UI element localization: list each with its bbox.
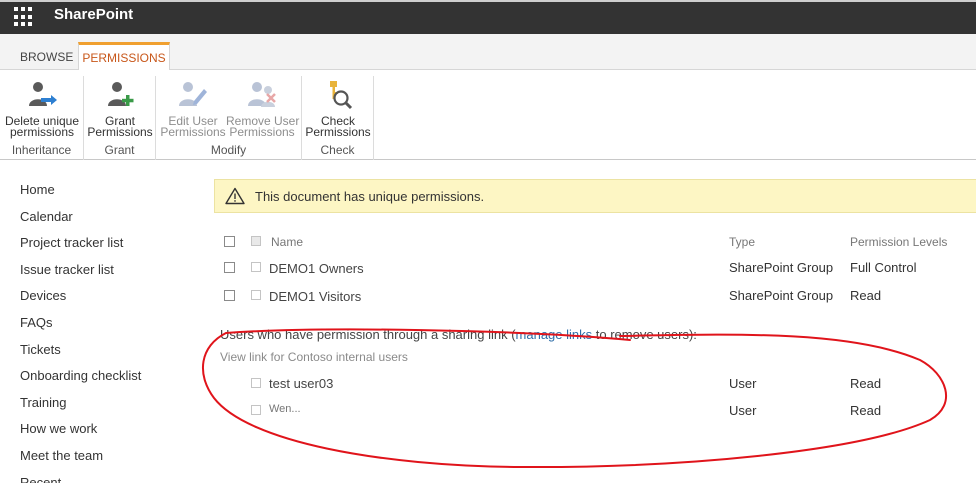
nav-item-home[interactable]: Home [20, 182, 141, 209]
level-cell-demo1-visitors: Read [850, 288, 882, 303]
group-label-modify: Modify [210, 143, 247, 157]
level-cell-test-user03: Read [850, 376, 882, 391]
user-link-test-user03[interactable]: test user03 [269, 376, 333, 391]
column-header-name[interactable]: Name [271, 235, 303, 249]
nav-item-tickets[interactable]: Tickets [20, 342, 141, 369]
manage-links-link[interactable]: manage links [516, 327, 593, 342]
sharing-link-heading: Users who have permission through a shar… [220, 327, 697, 342]
ribbon-group-grant: Grant Permissions Grant [84, 76, 156, 160]
nav-item-recent[interactable]: Recent [20, 475, 141, 483]
edit-user-permissions-icon [179, 82, 207, 106]
group-link-demo1-owners[interactable]: DEMO1 Owners [269, 261, 364, 276]
ribbon: Delete unique permissions Inheritance Gr… [0, 70, 976, 160]
type-cell-test-user03: User [729, 376, 757, 391]
grant-permissions-button[interactable]: Grant Permissions [84, 80, 156, 138]
nav-item-issue-tracker-list[interactable]: Issue tracker list [20, 262, 141, 289]
app-title[interactable]: SharePoint [54, 6, 133, 23]
row-select-demo1-owners[interactable] [251, 262, 261, 272]
nav-item-faqs[interactable]: FAQs [20, 315, 141, 342]
edit-user-permissions-button[interactable]: Edit User Permissions [160, 80, 226, 138]
app-launcher-icon[interactable] [14, 7, 34, 27]
grant-label-2: Permissions [87, 125, 153, 139]
type-cell-user-2: User [729, 403, 757, 418]
view-link-label: View link for Contoso internal users [220, 350, 408, 364]
nav-item-how-we-work[interactable]: How we work [20, 421, 141, 448]
row-checkbox-demo1-owners[interactable] [224, 262, 235, 273]
ribbon-group-check: Check Permissions Check [302, 76, 374, 160]
delete-unique-permissions-button[interactable]: Delete unique permissions [0, 80, 84, 138]
nav-item-project-tracker-list[interactable]: Project tracker list [20, 235, 141, 262]
remove-user-label-2: Permissions [229, 125, 295, 139]
ribbon-group-modify: Edit User Permissions Remove User Permis… [156, 76, 302, 160]
delete-unique-permissions-icon [29, 82, 57, 106]
sharing-heading-suffix: to remove users): [592, 327, 697, 342]
type-cell-demo1-visitors: SharePoint Group [729, 288, 834, 303]
unique-permissions-banner: This document has unique permissions. [214, 179, 976, 213]
banner-text: This document has unique permissions. [255, 189, 485, 204]
column-header-permission-levels[interactable]: Permission Levels [850, 235, 947, 249]
check-label-2: Permissions [305, 125, 371, 139]
check-permissions-button[interactable]: Check Permissions [302, 80, 374, 138]
ribbon-group-inheritance: Delete unique permissions Inheritance [0, 76, 84, 160]
group-label-inheritance: Inheritance [11, 143, 72, 157]
nav-item-meet-the-team[interactable]: Meet the team [20, 448, 141, 475]
ribbon-tab-strip: BROWSE PERMISSIONS [0, 34, 976, 71]
nav-item-training[interactable]: Training [20, 395, 141, 422]
column-header-type[interactable]: Type [729, 235, 755, 249]
remove-user-permissions-button[interactable]: Remove User Permissions [226, 80, 299, 139]
select-all-checkbox[interactable] [224, 236, 235, 247]
tab-browse[interactable]: BROWSE [10, 44, 83, 70]
type-cell-demo1-owners: SharePoint Group [729, 260, 834, 275]
row-select-demo1-visitors[interactable] [251, 290, 261, 300]
nav-item-devices[interactable]: Devices [20, 288, 141, 315]
remove-user-permissions-icon [248, 82, 276, 107]
group-label-grant: Grant [104, 143, 135, 157]
left-navigation: Home Calendar Project tracker list Issue… [20, 182, 141, 483]
nav-item-calendar[interactable]: Calendar [20, 209, 141, 236]
level-cell-user-2: Read [850, 403, 882, 418]
row-select-user-2[interactable] [251, 405, 261, 415]
warning-icon [225, 187, 245, 205]
group-link-demo1-visitors[interactable]: DEMO1 Visitors [269, 289, 361, 304]
suite-bar: SharePoint [0, 0, 976, 34]
user-link-user-2[interactable]: Wen... [269, 403, 301, 415]
row-checkbox-demo1-visitors[interactable] [224, 290, 235, 301]
row-select-test-user03[interactable] [251, 378, 261, 388]
edit-user-label-2: Permissions [160, 125, 226, 139]
nav-item-onboarding-checklist[interactable]: Onboarding checklist [20, 368, 141, 395]
select-all-items-checkbox[interactable] [251, 236, 261, 246]
delete-unique-label-2: permissions [9, 125, 75, 139]
tab-permissions[interactable]: PERMISSIONS [78, 42, 170, 71]
check-permissions-icon [330, 81, 353, 110]
group-label-check: Check [320, 143, 355, 157]
level-cell-demo1-owners: Full Control [850, 260, 917, 275]
grant-permissions-icon [108, 82, 134, 106]
sharing-heading-prefix: Users who have permission through a shar… [220, 327, 516, 342]
